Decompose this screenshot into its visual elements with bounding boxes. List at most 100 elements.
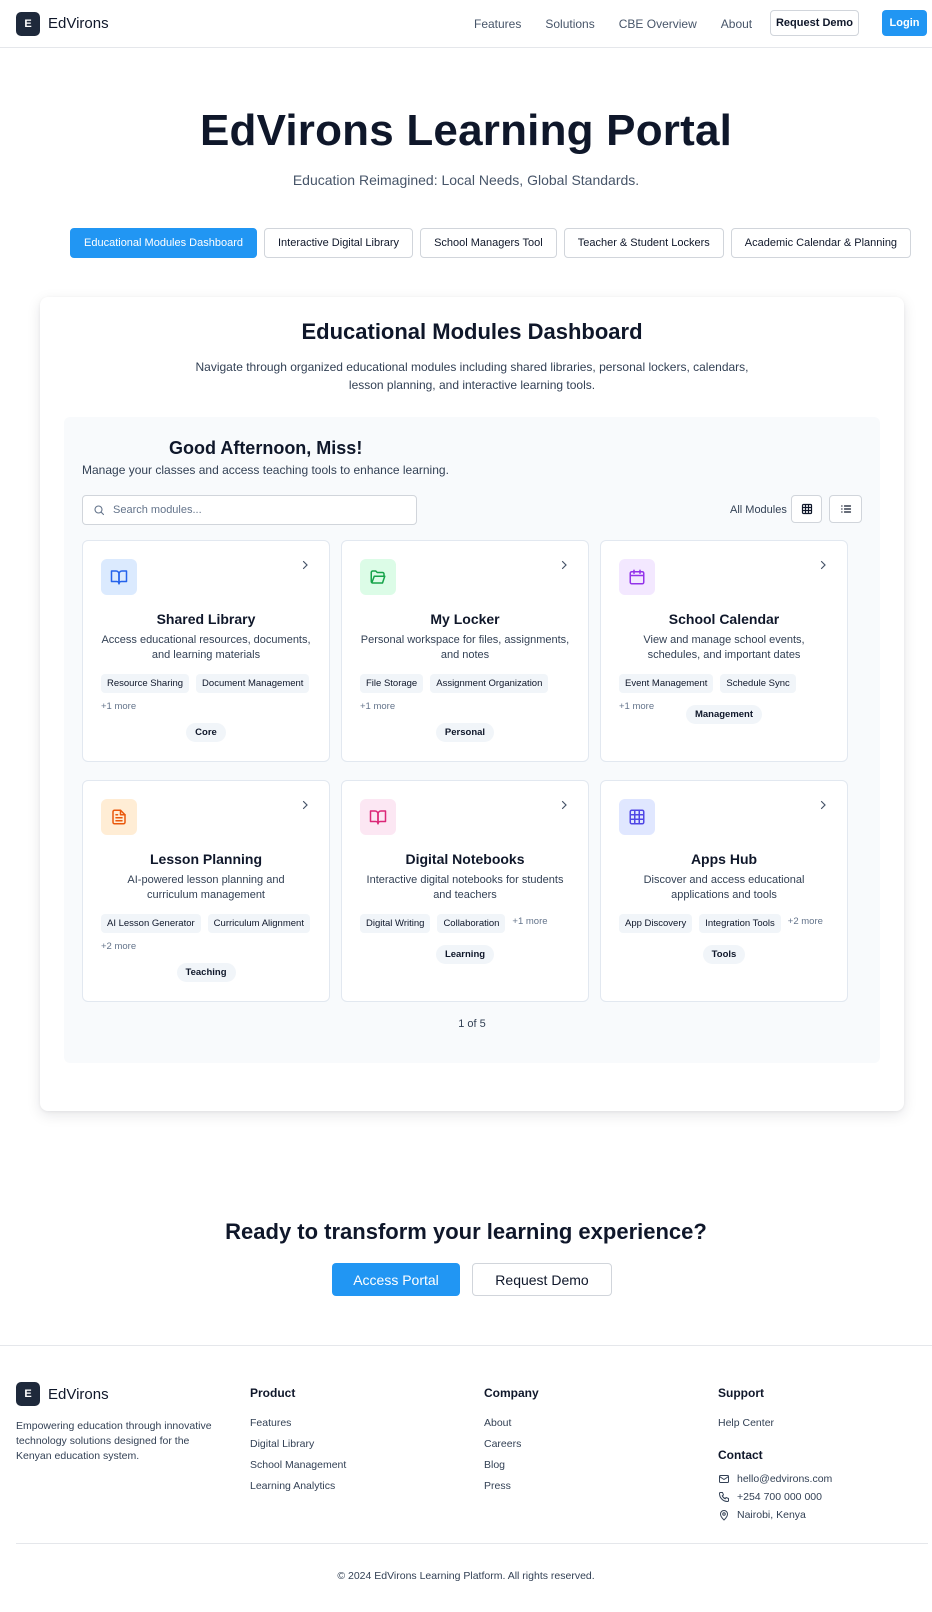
footer-product-column: Product Features Digital Library School … xyxy=(250,1386,346,1496)
footer-link[interactable]: Blog xyxy=(484,1454,539,1475)
grid-view-button[interactable] xyxy=(791,495,822,523)
category-badge-wrap: Learning xyxy=(342,945,588,964)
school-calendar-icon-tile xyxy=(619,559,655,595)
footer-link[interactable]: Careers xyxy=(484,1433,539,1454)
chevron-right-icon[interactable] xyxy=(299,559,311,571)
tab-academic-calendar-planning[interactable]: Academic Calendar & Planning xyxy=(730,228,912,258)
list-view-button[interactable] xyxy=(829,495,862,523)
footer-link[interactable]: Digital Library xyxy=(250,1433,346,1454)
feature-tag: Event Management xyxy=(619,674,714,693)
tab-educational-modules-dashboard[interactable]: Educational Modules Dashboard xyxy=(70,228,257,258)
module-description: Access educational resources, documents,… xyxy=(101,634,311,661)
category-badge-wrap: Teaching xyxy=(83,963,329,982)
nav-link-about[interactable]: About xyxy=(721,17,752,31)
contact-location: Nairobi, Kenya xyxy=(718,1506,832,1524)
contact-phone[interactable]: +254 700 000 000 xyxy=(718,1488,832,1506)
copyright-divider xyxy=(16,1543,928,1544)
login-button[interactable]: Login xyxy=(882,10,927,36)
feature-tag: App Discovery xyxy=(619,914,693,933)
module-description: AI-powered lesson planning and curriculu… xyxy=(127,874,285,901)
brand-logo[interactable]: E EdVirons xyxy=(16,11,109,36)
footer-link[interactable]: School Management xyxy=(250,1454,346,1475)
module-card-digital-notebooks[interactable]: Digital Notebooks Interactive digital no… xyxy=(341,780,589,1002)
feature-tabs: Educational Modules Dashboard Interactiv… xyxy=(70,228,912,258)
tab-interactive-digital-library[interactable]: Interactive Digital Library xyxy=(264,228,414,258)
module-card-shared-library[interactable]: Shared Library Access educational resour… xyxy=(82,540,330,762)
footer-link[interactable]: Features xyxy=(250,1412,346,1433)
footer-support-column: Support Help Center xyxy=(718,1386,774,1433)
logo-text: EdVirons xyxy=(48,15,109,32)
module-tags: Resource Sharing Document Management +1 … xyxy=(101,674,316,712)
feature-tag: File Storage xyxy=(360,674,424,693)
category-badge: Core xyxy=(186,723,226,742)
chevron-right-icon[interactable] xyxy=(558,799,570,811)
tab-school-managers-tool[interactable]: School Managers Tool xyxy=(420,228,557,258)
search-input[interactable] xyxy=(113,504,403,516)
footer-company-column: Company About Careers Blog Press xyxy=(484,1386,539,1496)
notebook-icon xyxy=(369,810,387,825)
category-badge-wrap: Tools xyxy=(601,945,847,964)
footer-logo-mark: E xyxy=(16,1382,40,1406)
footer-logo[interactable]: E EdVirons xyxy=(16,1382,109,1406)
feature-tag: Collaboration xyxy=(437,914,506,933)
module-card-apps-hub[interactable]: Apps Hub Discover and access educational… xyxy=(600,780,848,1002)
more-tags-count: +1 more xyxy=(360,701,396,712)
chevron-right-icon[interactable] xyxy=(817,799,829,811)
chevron-right-icon[interactable] xyxy=(558,559,570,571)
feature-tag: Digital Writing xyxy=(360,914,431,933)
module-card-my-locker[interactable]: My Locker Personal workspace for files, … xyxy=(341,540,589,762)
contact-email[interactable]: hello@edvirons.com xyxy=(718,1470,832,1488)
chevron-right-icon[interactable] xyxy=(817,559,829,571)
greeting-subtitle: Manage your classes and access teaching … xyxy=(82,463,449,477)
tab-teacher-student-lockers[interactable]: Teacher & Student Lockers xyxy=(563,228,724,258)
module-filter-label[interactable]: All Modules xyxy=(730,504,787,516)
category-badge-wrap: Core xyxy=(83,723,329,742)
feature-tag: Assignment Organization xyxy=(430,674,549,693)
request-demo-button[interactable]: Request Demo xyxy=(770,10,859,36)
feature-tag: Curriculum Alignment xyxy=(207,914,310,933)
module-title: School Calendar xyxy=(668,611,780,627)
footer-heading: Contact xyxy=(718,1448,763,1462)
dashboard-description: Navigate through organized educational m… xyxy=(195,360,749,392)
footer-contact: Contact hello@edvirons.com +254 700 000 … xyxy=(718,1448,832,1524)
module-title: Digital Notebooks xyxy=(405,851,525,867)
greeting-title: Good Afternoon, Miss! xyxy=(169,438,363,458)
footer-logo-text: EdVirons xyxy=(48,1385,109,1403)
chevron-right-icon[interactable] xyxy=(299,799,311,811)
mail-icon xyxy=(719,1475,729,1483)
contact-location-text: Nairobi, Kenya xyxy=(737,1509,806,1521)
digital-notebooks-icon-tile xyxy=(360,799,396,835)
lesson-planning-icon-tile xyxy=(101,799,137,835)
access-portal-button[interactable]: Access Portal xyxy=(332,1263,460,1296)
nav-link-cbe-overview[interactable]: CBE Overview xyxy=(619,17,697,31)
module-card-school-calendar[interactable]: School Calendar View and manage school e… xyxy=(600,540,848,762)
module-tags: AI Lesson Generator Curriculum Alignment… xyxy=(101,914,316,952)
cta-request-demo-button[interactable]: Request Demo xyxy=(472,1263,612,1296)
modules-panel: Good Afternoon, Miss! Manage your classe… xyxy=(64,417,880,1063)
search-box[interactable] xyxy=(82,495,417,525)
phone-icon xyxy=(719,1492,729,1502)
category-badge-wrap: Management xyxy=(601,705,847,724)
footer-heading: Company xyxy=(484,1386,539,1400)
cta-title: Ready to transform your learning experie… xyxy=(225,1219,707,1244)
logo-mark: E xyxy=(16,11,40,36)
nav-link-features[interactable]: Features xyxy=(474,17,521,31)
module-tags: Digital Writing Collaboration +1 more xyxy=(360,914,575,933)
book-icon xyxy=(110,570,128,585)
module-tags: File Storage Assignment Organization +1 … xyxy=(360,674,575,712)
footer-link[interactable]: About xyxy=(484,1412,539,1433)
footer-divider xyxy=(0,1345,932,1346)
hero-title: EdVirons Learning Portal xyxy=(199,106,733,155)
more-tags-count: +2 more xyxy=(787,916,823,927)
module-card-lesson-planning[interactable]: Lesson Planning AI-powered lesson planni… xyxy=(82,780,330,1002)
top-navbar: E EdVirons Features Solutions CBE Overvi… xyxy=(0,0,932,48)
apps-hub-icon-tile xyxy=(619,799,655,835)
footer-link[interactable]: Learning Analytics xyxy=(250,1475,346,1496)
pagination-indicator: 1 of 5 xyxy=(458,1018,486,1030)
nav-link-solutions[interactable]: Solutions xyxy=(545,17,594,31)
calendar-icon xyxy=(629,569,645,585)
footer-link[interactable]: Press xyxy=(484,1475,539,1496)
feature-tag: Schedule Sync xyxy=(720,674,796,693)
footer-link[interactable]: Help Center xyxy=(718,1412,774,1433)
folder-icon xyxy=(370,570,386,584)
